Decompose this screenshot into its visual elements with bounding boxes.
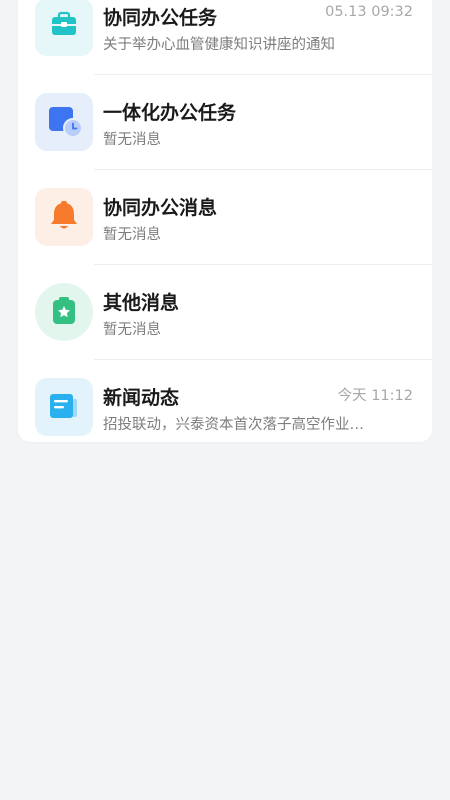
news-icon xyxy=(35,378,93,436)
message-preview: 关于举办心血管健康知识讲座的通知 xyxy=(103,37,335,53)
message-title: 协同办公消息 xyxy=(103,197,218,219)
star-clipboard-icon xyxy=(35,283,93,341)
message-item-news[interactable]: 新闻动态 招投联动，兴泰资本首次落子高空作业… 今天 11:12 xyxy=(18,360,432,442)
task-clock-icon xyxy=(35,93,93,151)
message-item-other-messages[interactable]: 其他消息 暂无消息 xyxy=(18,265,432,360)
message-title: 其他消息 xyxy=(103,292,180,314)
message-title: 协同办公任务 xyxy=(103,7,218,29)
briefcase-icon xyxy=(35,0,93,56)
bell-icon xyxy=(35,188,93,246)
message-time: 05.13 09:32 xyxy=(325,4,413,20)
message-item-integrated-tasks[interactable]: 一体化办公任务 暂无消息 xyxy=(18,75,432,170)
message-item-cooperative-tasks[interactable]: 协同办公任务 关于举办心血管健康知识讲座的通知 05.13 09:32 xyxy=(18,0,432,75)
message-preview: 暂无消息 xyxy=(103,132,161,148)
message-preview: 暂无消息 xyxy=(103,322,161,338)
message-time: 今天 11:12 xyxy=(337,388,413,404)
message-item-cooperative-messages[interactable]: 协同办公消息 暂无消息 xyxy=(18,170,432,265)
message-preview: 暂无消息 xyxy=(103,227,161,243)
message-title: 新闻动态 xyxy=(103,387,180,409)
message-list-card: 协同办公任务 关于举办心血管健康知识讲座的通知 05.13 09:32 一体化办… xyxy=(18,0,432,442)
message-preview: 招投联动，兴泰资本首次落子高空作业… xyxy=(103,417,364,433)
message-title: 一体化办公任务 xyxy=(103,102,237,124)
